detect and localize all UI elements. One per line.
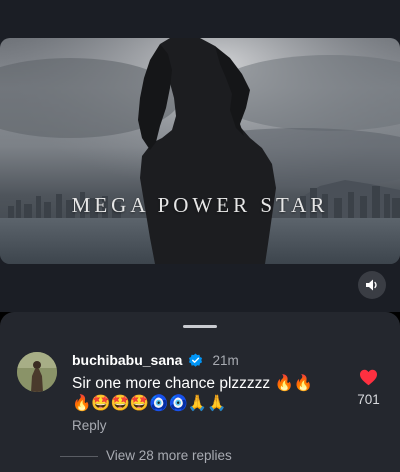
replies-divider bbox=[60, 456, 98, 457]
avatar-image bbox=[17, 352, 57, 392]
comment-timestamp: 21m bbox=[212, 352, 239, 368]
reply-button[interactable]: Reply bbox=[72, 418, 107, 433]
comment-username[interactable]: buchibabu_sana bbox=[72, 352, 182, 368]
reel-area: MEGA POWER STAR bbox=[0, 0, 400, 312]
video-player[interactable]: MEGA POWER STAR bbox=[0, 38, 400, 264]
comments-sheet: buchibabu_sana 21m Sir one more chance p… bbox=[0, 312, 400, 472]
avatar[interactable] bbox=[17, 352, 57, 392]
video-title-overlay: MEGA POWER STAR bbox=[71, 193, 329, 217]
sheet-drag-handle[interactable] bbox=[183, 325, 217, 328]
comment-header: buchibabu_sana 21m bbox=[72, 352, 239, 368]
mute-button[interactable] bbox=[358, 271, 386, 299]
speaker-icon bbox=[366, 279, 377, 291]
like-count: 701 bbox=[357, 392, 380, 407]
view-replies-button[interactable]: View 28 more replies bbox=[106, 448, 232, 463]
verified-badge-icon bbox=[189, 352, 203, 367]
video-frame-image bbox=[0, 38, 400, 264]
comment-text: Sir one more chance plzzzzz 🔥🔥 🔥🤩🤩🤩🧿🧿🙏🙏 bbox=[72, 375, 314, 412]
heart-icon[interactable] bbox=[359, 369, 378, 386]
